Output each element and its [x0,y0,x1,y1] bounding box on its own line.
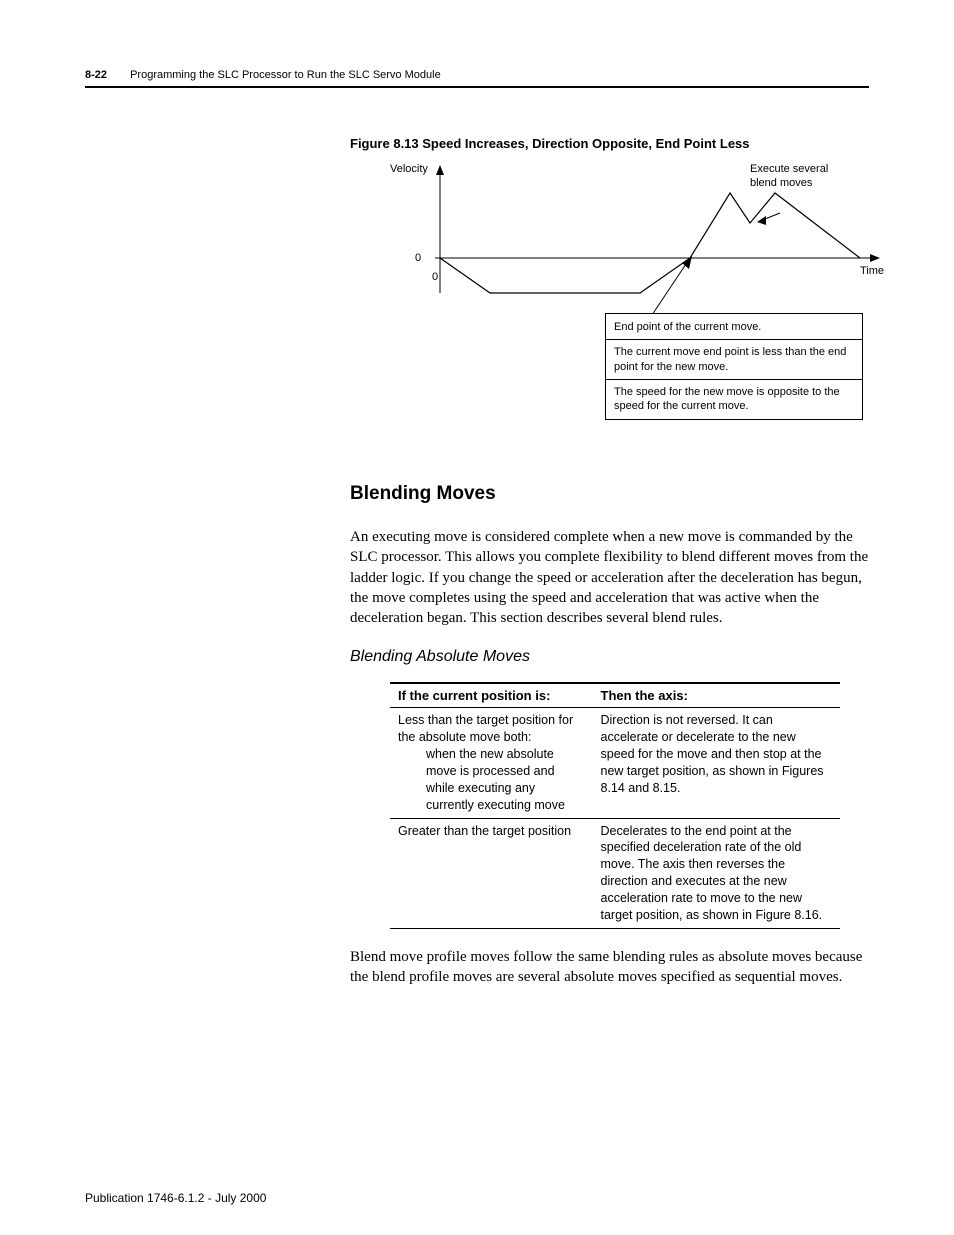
table-row: Greater than the target position Deceler… [390,818,840,928]
page: 8-22 Programming the SLC Processor to Ru… [0,0,954,1235]
figure-8-13: Velocity 0 0 Time Execute several blend … [380,163,900,443]
figure-caption: Figure 8.13 Speed Increases, Direction O… [350,136,869,151]
anno-2: The current move end point is less than … [614,345,854,374]
chapter-title: Programming the SLC Processor to Run the… [130,69,441,81]
content-area: Figure 8.13 Speed Increases, Direction O… [350,136,869,987]
th-axis: Then the axis: [593,683,841,708]
cell-row2-col2: Decelerates to the end point at the spec… [593,818,841,928]
cell-row1-col2: Direction is not reversed. It can accele… [593,708,841,818]
paragraph-2: Blend move profile moves follow the same… [350,947,869,988]
page-number: 8-22 [85,69,107,81]
blend-moves-label: Execute several blend moves [750,163,850,191]
blending-table: If the current position is: Then the axi… [390,682,840,929]
zero-x-label: 0 [432,271,438,283]
x-axis-label: Time [860,265,884,277]
anno-3: The speed for the new move is opposite t… [614,385,854,414]
cell-row1-col1: Less than the target position for the ab… [390,708,593,818]
page-header: 8-22 Programming the SLC Processor to Ru… [85,65,869,88]
zero-y-label: 0 [415,252,421,264]
header-text: 8-22 Programming the SLC Processor to Ru… [85,69,441,81]
figure-annotation-box: End point of the current move. The curre… [605,313,863,420]
th-position: If the current position is: [390,683,593,708]
cell-row2-col1: Greater than the target position [390,818,593,928]
paragraph-1: An executing move is considered complete… [350,527,869,628]
section-heading: Blending Moves [350,483,869,505]
table-row: Less than the target position for the ab… [390,708,840,818]
anno-1: End point of the current move. [614,320,854,334]
publication-footer: Publication 1746-6.1.2 - July 2000 [85,1191,266,1205]
subheading: Blending Absolute Moves [350,648,869,666]
y-axis-label: Velocity [390,163,428,175]
